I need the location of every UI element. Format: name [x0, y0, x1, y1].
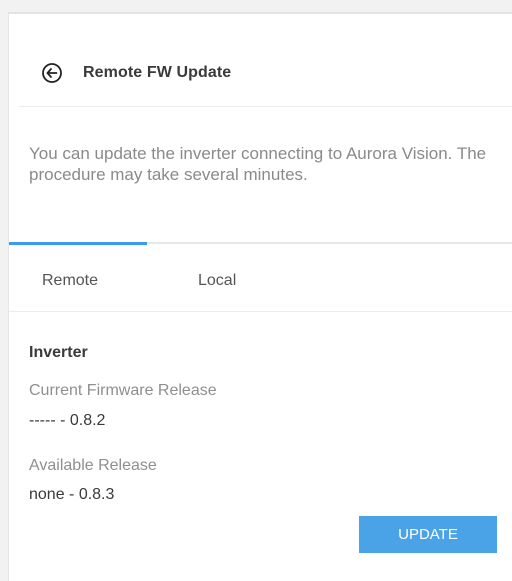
update-button[interactable]: UPDATE: [359, 516, 497, 553]
tab-local[interactable]: Local: [198, 272, 236, 290]
panel-header: Remote FW Update: [19, 62, 512, 107]
tabs-bottom-divider: [9, 311, 512, 312]
available-release-value: none - 0.8.3: [29, 486, 115, 503]
current-firmware-label: Current Firmware Release: [29, 382, 217, 399]
current-firmware-value: ----- - 0.8.2: [29, 412, 106, 429]
firmware-update-panel: Remote FW Update You can update the inve…: [8, 12, 512, 581]
available-release-label: Available Release: [29, 457, 157, 474]
tab-remote[interactable]: Remote: [42, 272, 98, 290]
active-tab-indicator: [9, 242, 147, 245]
back-button[interactable]: [41, 62, 63, 84]
arrow-left-circle-icon: [42, 63, 62, 83]
page-title: Remote FW Update: [83, 64, 232, 81]
inverter-section-title: Inverter: [29, 344, 88, 361]
update-description: You can update the inverter connecting t…: [29, 144, 487, 184]
